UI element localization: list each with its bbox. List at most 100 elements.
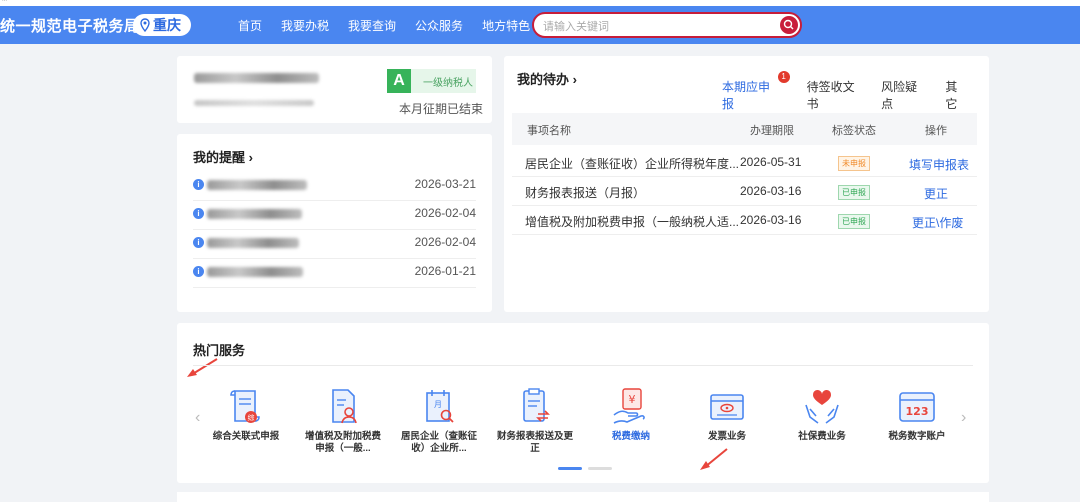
divider (193, 365, 973, 366)
tax-payment-icon: ¥ (613, 388, 645, 424)
service-composite-declaration[interactable]: 综 综合关联式申报 (206, 387, 286, 443)
item-name: 居民企业（查账征收）企业所得税年度... (525, 157, 740, 171)
info-icon: i (193, 266, 204, 277)
service-tax-payment[interactable]: ¥ 税费缴纳 (591, 387, 671, 443)
site-title: 统一规范电子税务局 (0, 18, 140, 35)
service-label: 居民企业（查账征收）企业所... (400, 431, 477, 454)
nav-home[interactable]: 首页 (238, 17, 262, 34)
column-header: 操作 (925, 125, 947, 137)
status-badge: 已申报 (838, 214, 870, 229)
main-nav: 首页 我要办税 我要查询 公众服务 地方特色 (238, 17, 549, 34)
column-header: 办理期限 (750, 125, 794, 137)
nav-query[interactable]: 我要查询 (348, 17, 396, 34)
annotation-arrow-icon (700, 448, 728, 470)
search-icon (783, 19, 794, 30)
search-input[interactable]: 请输入关键词 (532, 12, 802, 38)
calendar-search-icon: 月 (426, 390, 454, 423)
service-label: 增值税及附加税费申报（一般... (304, 431, 381, 454)
redacted-reminder-text (207, 209, 302, 219)
item-name: 财务报表报送（月报） (525, 186, 646, 200)
reminders-card: 我的提醒 › i 2026-03-21 i 2026-02-04 i 2026-… (177, 134, 492, 312)
table-row: 增值税及附加税费申报（一般纳税人适... 2026-03-16 已申报 更正\作… (512, 206, 977, 235)
vat-declaration-icon (332, 389, 357, 424)
info-icon: i (193, 179, 204, 190)
redacted-company-name (194, 73, 319, 83)
service-label: 税务数字账户 (888, 431, 946, 442)
tab-label: 本期应申报 (722, 80, 771, 111)
table-row: 财务报表报送（月报） 2026-03-16 已申报 更正 (512, 177, 977, 206)
service-invoice[interactable]: 发票业务 (687, 387, 767, 443)
count-badge: 1 (777, 71, 790, 83)
next-card-edge (177, 492, 989, 502)
reminder-date: 2026-02-04 (414, 235, 476, 249)
carousel-next-button[interactable]: › (961, 409, 966, 427)
info-icon: i (193, 208, 204, 219)
column-header: 事项名称 (527, 125, 571, 137)
reminder-date: 2026-01-21 (414, 264, 476, 278)
social-security-icon (805, 389, 839, 424)
site-header: 统一规范电子税务局 重庆 首页 我要办税 我要查询 公众服务 地方特色 请输入关… (0, 6, 1080, 44)
service-label: 财务报表报送及更正 (496, 431, 573, 454)
redacted-tax-id (194, 100, 314, 106)
reminder-item[interactable]: i 2026-01-21 (193, 259, 476, 288)
reminder-item[interactable]: i 2026-02-04 (193, 230, 476, 259)
service-label: 综合关联式申报 (212, 431, 280, 442)
service-social-security[interactable]: 社保费业务 (782, 387, 862, 443)
svg-text:¥: ¥ (629, 393, 636, 406)
composite-declaration-icon: 综 (230, 390, 260, 423)
info-icon: i (193, 237, 204, 248)
reminders-title[interactable]: 我的提醒 › (193, 147, 253, 166)
nav-public-service[interactable]: 公众服务 (415, 17, 463, 34)
carousel-dot[interactable] (588, 467, 612, 470)
taxpayer-profile-card: A 一级纳税人 本月征期已结束 (177, 56, 492, 123)
item-name: 增值税及附加税费申报（一般纳税人适... (525, 215, 740, 229)
correct-link[interactable]: 更正 (924, 185, 948, 202)
reminder-item[interactable]: i 2026-03-21 (193, 172, 476, 201)
svg-text:月: 月 (434, 400, 442, 409)
item-deadline: 2026-03-16 (740, 213, 802, 227)
redacted-reminder-text (207, 267, 303, 277)
reminder-date: 2026-02-04 (414, 206, 476, 220)
table-row: 居民企业（查账征收）企业所得税年度... 2026-05-31 未申报 填写申报… (512, 148, 977, 177)
correct-void-link[interactable]: 更正\作废 (912, 214, 963, 231)
carousel-prev-button[interactable]: ‹ (195, 409, 200, 427)
search-placeholder: 请输入关键词 (543, 21, 609, 33)
credit-grade-badge: A 一级纳税人 (387, 69, 476, 93)
status-badge: 未申报 (838, 156, 870, 171)
annotation-arrow-icon (187, 358, 218, 377)
city-label: 重庆 (153, 17, 181, 33)
reminder-date: 2026-03-21 (414, 177, 476, 191)
digital-account-icon: 123 (899, 392, 935, 422)
item-deadline: 2026-03-16 (740, 184, 802, 198)
reminder-item[interactable]: i 2026-02-04 (193, 201, 476, 230)
table-header: 事项名称 办理期限 标签状态 操作 (512, 113, 977, 145)
carousel-dot-active[interactable] (558, 467, 582, 470)
service-label: 社保费业务 (798, 431, 846, 442)
nav-tax-handling[interactable]: 我要办税 (281, 17, 329, 34)
item-deadline: 2026-05-31 (740, 155, 802, 169)
period-status: 本月征期已结束 (399, 102, 484, 116)
credit-grade-letter: A (387, 69, 411, 93)
redacted-reminder-text (207, 180, 307, 190)
service-label: 税费缴纳 (611, 431, 650, 442)
city-selector[interactable]: 重庆 (133, 14, 191, 36)
service-enterprise-income-tax[interactable]: 月 居民企业（查账征收）企业所... (399, 387, 479, 455)
redacted-reminder-text (207, 238, 299, 248)
taxpayer-type-label: 一级纳税人 (423, 78, 473, 89)
search-button[interactable] (780, 16, 798, 34)
top-strip-text: ... (2, 0, 8, 3)
service-digital-account[interactable]: 123 税务数字账户 (877, 387, 957, 443)
svg-text:综: 综 (248, 413, 255, 422)
service-vat-declaration[interactable]: 增值税及附加税费申报（一般... (303, 387, 383, 455)
nav-local-features[interactable]: 地方特色 (482, 17, 530, 34)
column-header: 标签状态 (832, 125, 876, 137)
hot-services-card: 热门服务 ‹ › 综 综合关联式申报 增值税及附加税费申报（一般... 月 居民… (177, 323, 989, 483)
report-exchange-icon (523, 388, 550, 422)
invoice-icon (710, 394, 744, 420)
service-financial-report[interactable]: 财务报表报送及更正 (495, 387, 575, 455)
todo-card: 我的待办 › 本期应申报 1 待签收文书 风险疑点 其它 事项名称 办理期限 标… (504, 56, 989, 312)
fill-declaration-link[interactable]: 填写申报表 (909, 156, 969, 173)
todo-title[interactable]: 我的待办 › (517, 69, 577, 88)
carousel-pagination (558, 467, 612, 470)
svg-text:123: 123 (906, 405, 929, 418)
